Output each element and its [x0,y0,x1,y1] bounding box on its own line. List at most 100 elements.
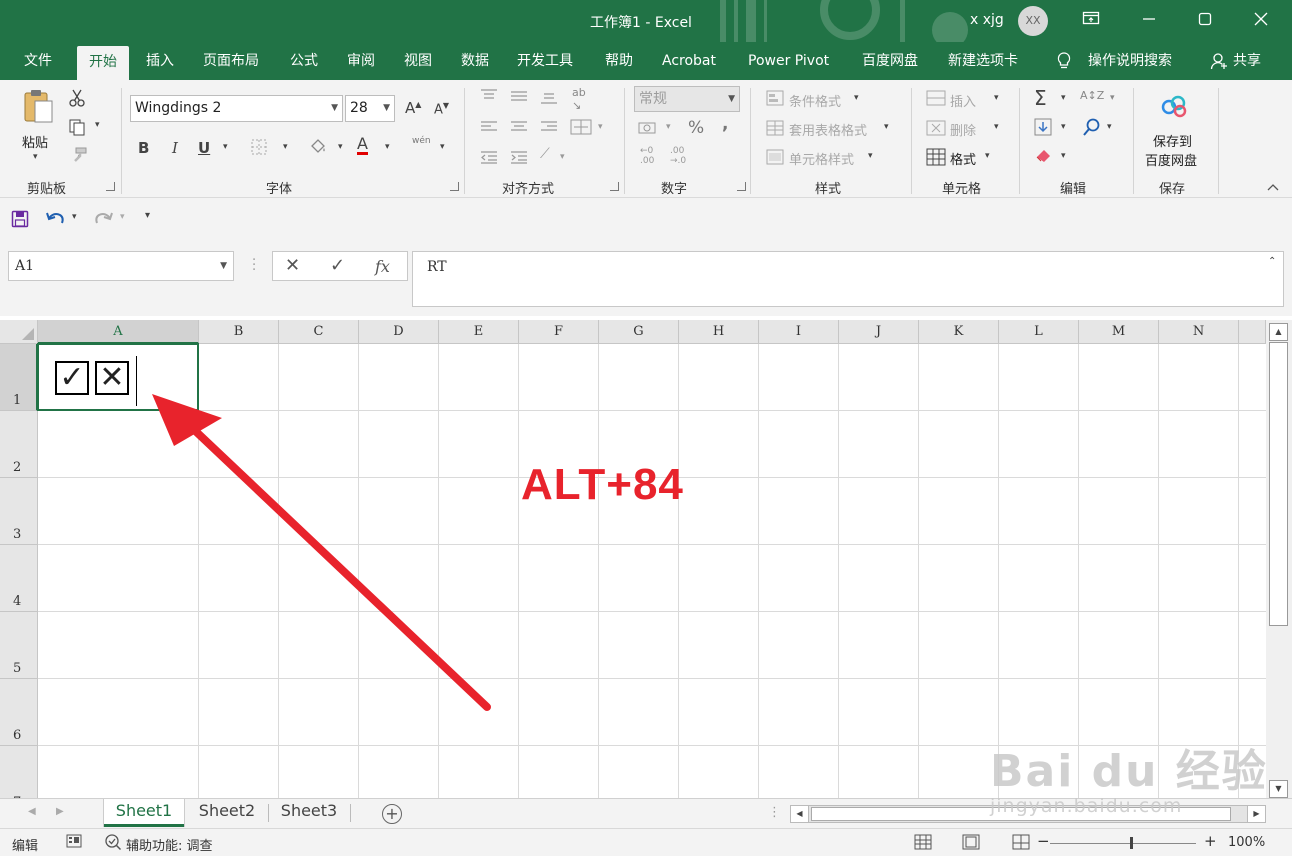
orientation-icon[interactable]: ⟋ [540,146,550,162]
save-to-netdisk-line2[interactable]: 百度网盘 [1145,150,1197,169]
decrease-font-size-icon[interactable]: A▼ [434,101,449,117]
font-size-select[interactable]: 28 ▼ [345,95,395,122]
cell-styles-dropdown-icon[interactable]: ▾ [868,151,873,161]
clipboard-launcher-icon[interactable] [106,182,115,191]
zoom-level[interactable]: 100% [1228,835,1265,850]
currency-format-icon[interactable] [638,120,660,142]
tab-file[interactable]: 文件 [24,42,52,80]
redo-icon[interactable] [92,209,114,231]
fill-color-dropdown-icon[interactable]: ▾ [338,142,343,152]
align-center-icon[interactable] [510,120,528,138]
tab-insert[interactable]: 插入 [146,42,174,80]
scroll-right-icon[interactable]: ▶ [1247,806,1265,822]
customize-qat-icon[interactable]: ▾ [145,210,150,221]
delete-cells-button[interactable]: 删除 [950,120,976,139]
tab-new-tab[interactable]: 新建选项卡 [948,42,1018,80]
worksheet-grid[interactable]: A B C D E F G H I J K L M N 1 2 3 4 5 6 … [0,320,1266,798]
font-name-select[interactable]: Wingdings 2 ▼ [130,95,343,122]
decrease-decimal-icon[interactable]: .00 →.0 [670,146,686,166]
fill-icon[interactable] [1034,118,1052,140]
zoom-out-button[interactable]: − [1037,832,1050,850]
text-orientation-icon[interactable]: ab ↘ [572,86,586,112]
vertical-scrollbar[interactable]: ▲ ▼ [1266,320,1292,800]
tab-review[interactable]: 审阅 [347,42,375,80]
orientation-dropdown-icon[interactable]: ▾ [560,152,565,162]
autosum-dropdown-icon[interactable]: ▾ [1061,93,1066,103]
underline-button[interactable]: U [198,139,210,157]
font-launcher-icon[interactable] [450,182,459,191]
tab-data[interactable]: 数据 [461,42,489,80]
number-launcher-icon[interactable] [737,182,746,191]
tab-help[interactable]: 帮助 [605,42,633,80]
merge-dropdown-icon[interactable]: ▾ [598,122,603,132]
tab-formulas[interactable]: 公式 [290,42,318,80]
bold-button[interactable]: B [138,139,149,157]
ribbon-display-icon[interactable] [1080,10,1102,32]
find-select-icon[interactable] [1082,117,1102,141]
avatar[interactable]: XX [1018,6,1048,36]
next-sheet-icon[interactable]: ▶ [56,806,64,817]
copy-icon[interactable] [68,118,86,140]
align-middle-icon[interactable] [510,90,528,108]
cell-styles-icon[interactable] [766,149,784,169]
format-cells-icon[interactable] [926,148,946,170]
prev-sheet-icon[interactable]: ◀ [28,806,36,817]
sort-filter-icon[interactable]: A↕Z [1080,89,1104,102]
baidu-cloud-icon[interactable] [1159,94,1189,124]
close-icon[interactable] [1250,10,1272,32]
paste-button[interactable]: 粘贴 [22,132,48,151]
fill-dropdown-icon[interactable]: ▾ [1061,122,1066,132]
phonetic-dropdown-icon[interactable]: ▾ [440,142,445,152]
paste-dropdown-icon[interactable]: ▾ [33,152,38,162]
macro-record-icon[interactable] [66,833,82,853]
clear-dropdown-icon[interactable]: ▾ [1061,151,1066,161]
sheet-tab-sheet2[interactable]: Sheet2 [188,799,266,827]
align-bottom-icon[interactable] [540,92,558,110]
minimize-icon[interactable] [1138,10,1160,32]
find-dropdown-icon[interactable]: ▾ [1107,122,1112,132]
format-dropdown-icon[interactable]: ▾ [985,151,990,161]
increase-indent-icon[interactable] [510,150,528,168]
zoom-in-button[interactable]: + [1204,832,1217,850]
lightbulb-icon[interactable] [1056,42,1072,80]
insert-dropdown-icon[interactable]: ▾ [994,93,999,103]
comma-style-button[interactable]: , [722,114,728,134]
increase-decimal-icon[interactable]: ←0.00 [640,146,654,166]
add-sheet-icon[interactable]: + [382,804,402,824]
tab-split-grip-icon[interactable]: ⋮ [768,805,781,820]
sheet-tab-sheet1[interactable]: Sheet1 [104,799,184,827]
page-layout-view-icon[interactable] [962,834,980,854]
person-icon[interactable] [1210,42,1228,80]
collapse-ribbon-icon[interactable] [1266,180,1280,196]
autosum-icon[interactable]: Σ [1034,86,1047,110]
table-format-dropdown-icon[interactable]: ▾ [884,122,889,132]
font-color-button[interactable]: A [357,135,368,155]
format-cells-button[interactable]: 格式 [950,149,976,168]
formula-bar-grip-icon[interactable]: · · · [252,254,256,277]
undo-dropdown-icon[interactable]: ▾ [72,212,77,222]
insert-function-button[interactable]: fx [375,257,390,276]
tab-acrobat[interactable]: Acrobat [662,42,716,80]
align-top-icon[interactable] [480,88,498,106]
redo-dropdown-icon[interactable]: ▾ [120,212,125,222]
cut-icon[interactable] [68,88,86,112]
percent-button[interactable]: % [688,118,704,138]
save-to-netdisk-line1[interactable]: 保存到 [1153,131,1192,150]
conditional-formatting-button[interactable]: 条件格式 [789,91,841,110]
page-break-view-icon[interactable] [1012,834,1030,854]
tab-power-pivot[interactable]: Power Pivot [748,42,829,80]
cancel-formula-button[interactable]: ✕ [285,255,300,276]
scroll-left-icon[interactable]: ◀ [791,806,809,822]
tab-developer[interactable]: 开发工具 [517,42,573,80]
underline-dropdown-icon[interactable]: ▾ [223,142,228,152]
font-color-dropdown-icon[interactable]: ▾ [385,142,390,152]
clear-icon[interactable] [1034,147,1054,167]
undo-icon[interactable] [45,209,67,231]
maximize-icon[interactable] [1194,10,1216,32]
align-left-icon[interactable] [480,120,498,138]
expand-formula-bar-icon[interactable]: ⌃ [1268,256,1276,267]
delete-dropdown-icon[interactable]: ▾ [994,122,999,132]
zoom-slider-track[interactable] [1050,843,1196,844]
conditional-dropdown-icon[interactable]: ▾ [854,93,859,103]
alignment-launcher-icon[interactable] [610,182,619,191]
